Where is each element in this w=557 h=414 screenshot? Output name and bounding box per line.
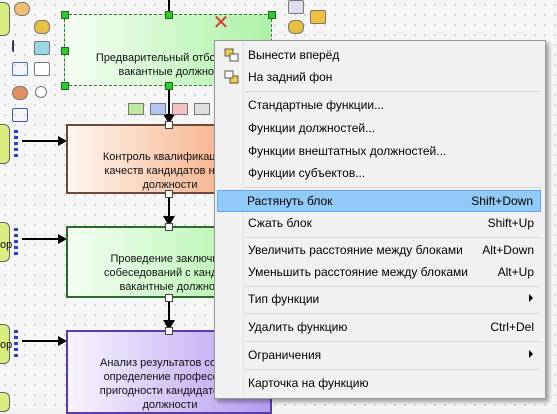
menu-item-label: На задний фон: [248, 70, 333, 84]
menu-item-shortcut: Ctrl+Del: [490, 320, 534, 334]
resize-handle[interactable]: [61, 11, 69, 19]
folder-icon[interactable]: [310, 10, 326, 24]
input-strip: [14, 130, 18, 160]
bring-to-front-icon: [224, 48, 239, 62]
menu-item-label: Тип функции: [248, 292, 320, 306]
color-swatch-blue[interactable]: [150, 103, 166, 115]
circle-icon[interactable]: [35, 86, 47, 98]
resize-handle[interactable]: [61, 82, 69, 90]
menu-item-increase-spacing[interactable]: Увеличить расстояние между блоками Alt+D…: [217, 239, 541, 261]
note-icon[interactable]: [34, 62, 50, 76]
resize-handle[interactable]: [165, 82, 173, 90]
menu-item-stretch-block[interactable]: Растянуть блок Shift+Down: [217, 190, 541, 212]
menu-item-label: Уменьшить расстояние между блоками: [248, 265, 468, 279]
menu-item-standard-functions[interactable]: Стандартные функции...: [217, 94, 541, 116]
menu-item-label: Карточка на функцию: [248, 376, 369, 390]
send-to-back-icon: [224, 70, 239, 84]
menu-separator: [245, 237, 541, 238]
resize-handle[interactable]: [61, 47, 69, 55]
menu-separator: [245, 369, 541, 370]
menu-item-freelance-functions[interactable]: Функции внештатных должностей...: [217, 140, 541, 162]
menu-item-label: Растянуть блок: [247, 194, 333, 208]
menu-item-restrictions[interactable]: Ограничения: [217, 344, 541, 366]
menu-item-send-back[interactable]: На задний фон: [217, 66, 541, 88]
menu-item-function-type[interactable]: Тип функции: [217, 288, 541, 310]
menu-separator: [245, 187, 541, 188]
connector: [22, 340, 62, 342]
input-strip: [14, 228, 18, 256]
connection-port[interactable]: [165, 121, 173, 129]
menu-item-label: Функции субъектов...: [248, 166, 366, 180]
group-icon[interactable]: [12, 86, 28, 100]
left-node-1[interactable]: [0, 2, 10, 36]
submenu-arrow-icon: [529, 294, 533, 302]
menu-item-decrease-spacing[interactable]: Уменьшить расстояние между блоками Alt+U…: [217, 261, 541, 283]
menu-item-shortcut: Alt+Up: [497, 265, 534, 279]
connection-port[interactable]: [165, 223, 173, 231]
resize-handle[interactable]: [268, 11, 276, 19]
menu-item-shortcut: Shift+Up: [487, 216, 534, 230]
menu-separator: [245, 91, 541, 92]
menu-item-label: Функции внештатных должностей...: [248, 144, 447, 158]
input-strip: [14, 330, 18, 360]
left-node-2[interactable]: [0, 124, 10, 164]
menu-item-shortcut: Shift+Down: [471, 194, 533, 208]
connection-port[interactable]: [165, 294, 173, 302]
menu-item-shortcut: Alt+Down: [482, 243, 534, 257]
delete-icon[interactable]: ✕: [212, 13, 230, 33]
color-swatch-red[interactable]: [172, 103, 188, 115]
resize-handle[interactable]: [165, 11, 173, 19]
window-icon[interactable]: [34, 41, 50, 55]
connection-port[interactable]: [165, 190, 173, 198]
menu-item-shrink-block[interactable]: Сжать блок Shift+Up: [217, 212, 541, 234]
pointer-icon[interactable]: [12, 40, 28, 52]
submenu-arrow-icon: [529, 350, 533, 358]
menu-item-bring-forward[interactable]: Вынести вперёд: [217, 44, 541, 66]
menu-item-label: Функции должностей...: [248, 121, 376, 135]
menu-item-label: Вынести вперёд: [248, 48, 340, 62]
pen-icon[interactable]: [12, 108, 28, 122]
person-icon[interactable]: [14, 2, 30, 16]
left-label-1: ор: [0, 239, 13, 251]
menu-separator: [245, 313, 541, 314]
menu-item-subject-functions[interactable]: Функции субъектов...: [217, 162, 541, 184]
menu-item-label: Ограничения: [248, 348, 322, 362]
resize-icon[interactable]: [12, 62, 28, 76]
connection-port[interactable]: [165, 327, 173, 335]
context-menu: Вынести вперёд На задний фон Стандартные…: [214, 40, 546, 399]
database-icon[interactable]: [34, 20, 50, 34]
menu-item-function-card[interactable]: Карточка на функцию: [217, 372, 541, 394]
menu-item-label: Стандартные функции...: [248, 98, 385, 112]
color-swatch-green[interactable]: [128, 103, 144, 115]
connector: [168, 86, 170, 114]
palette-icon[interactable]: [288, 0, 304, 14]
menu-separator: [245, 286, 541, 287]
menu-item-label: Удалить функцию: [248, 320, 348, 334]
menu-item-delete-function[interactable]: Удалить функцию Ctrl+Del: [217, 316, 541, 338]
menu-item-position-functions[interactable]: Функции должностей...: [217, 117, 541, 139]
color-swatch-gray[interactable]: [194, 103, 210, 115]
database-icon[interactable]: [288, 20, 304, 34]
connector: [22, 140, 62, 142]
menu-separator: [245, 341, 541, 342]
left-label-2: ор: [0, 339, 13, 351]
left-node-5[interactable]: [0, 392, 10, 412]
right-tool-palette: [286, 0, 334, 34]
connector: [22, 238, 62, 240]
menu-item-label: Увеличить расстояние между блоками: [248, 243, 463, 257]
menu-item-label: Сжать блок: [248, 216, 312, 230]
